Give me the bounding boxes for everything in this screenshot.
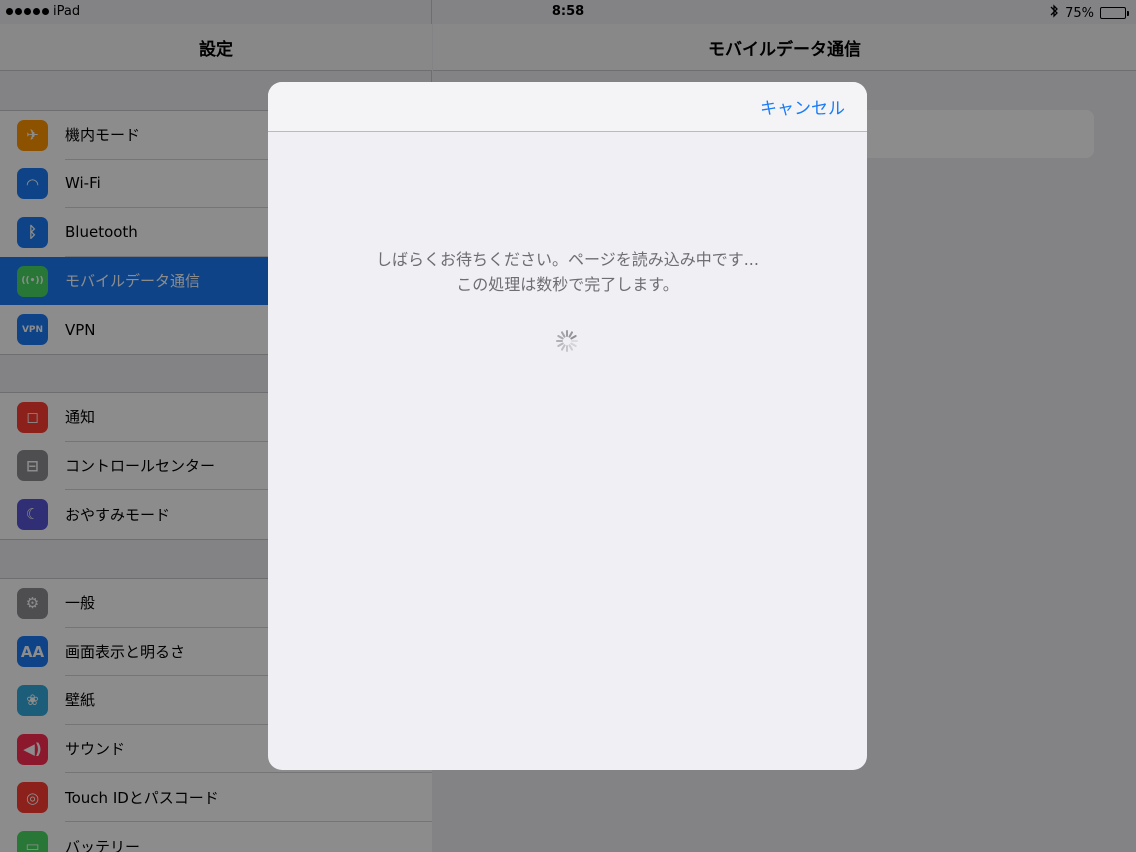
battery-percent: 75% — [1065, 5, 1094, 21]
spinner-spoke — [570, 335, 577, 340]
loading-message: しばらくお待ちください。ページを読み込み中です... この処理は数秒で完了します… — [268, 247, 867, 297]
spinner-spoke — [561, 344, 566, 351]
activity-spinner-icon — [556, 330, 578, 352]
battery-icon — [1100, 7, 1129, 19]
loading-message-line2: この処理は数秒で完了します。 — [456, 275, 679, 294]
loading-modal: キャンセル しばらくお待ちください。ページを読み込み中です... この処理は数秒… — [268, 82, 867, 770]
loading-message-line1: しばらくお待ちください。ページを読み込み中です... — [376, 250, 759, 269]
spinner-spoke — [557, 342, 564, 347]
spinner-spoke — [557, 335, 564, 340]
cancel-button[interactable]: キャンセル — [760, 94, 845, 119]
spinner-spoke — [561, 331, 566, 338]
spinner-spoke — [570, 342, 577, 347]
status-bar: iPad 8:58 75% — [0, 0, 1136, 24]
modal-header: キャンセル — [268, 82, 867, 132]
status-right: 75% — [1049, 4, 1129, 22]
status-time: 8:58 — [551, 4, 585, 19]
spinner-spoke — [568, 344, 573, 351]
spinner-spoke — [568, 331, 573, 338]
bluetooth-status-icon — [1049, 4, 1059, 22]
